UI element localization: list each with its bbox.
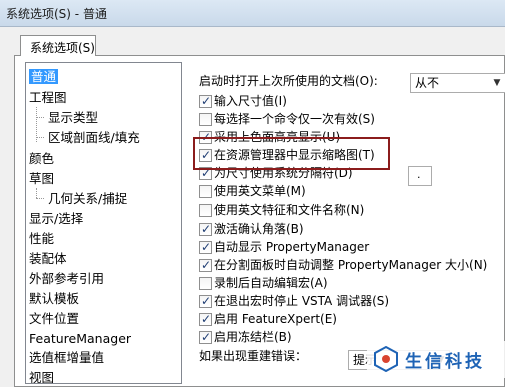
nav-item-spin-box-increments[interactable]: 选值框增量值 [29,348,104,367]
nav-item-general[interactable]: 普通 [29,67,59,86]
nav-item-drawings[interactable]: 工程图 [29,88,67,107]
checkbox[interactable] [199,277,212,290]
tree-connector [36,137,44,138]
watermark-text: 生信科技 [405,352,485,372]
tab-label: 系统选项(S) [30,41,95,55]
separator-input[interactable]: . [408,166,432,186]
rebuild-error-label: 如果出现重建错误： [199,349,308,363]
nav-item-sketch[interactable]: 草图 [29,169,54,188]
tree-connector [36,117,44,118]
checkbox[interactable]: ✓ [199,222,212,236]
startup-open-label: 启动时打开上次所使用的文档(O): [199,74,378,88]
nav-item-display-selection[interactable]: 显示/选择 [29,209,83,228]
checkbox[interactable]: ✓ [199,312,212,326]
checkmark-icon: ✓ [201,94,212,108]
checkmark-icon: ✓ [201,330,212,344]
checkbox[interactable]: ✓ [199,240,212,254]
logo-icon [374,346,398,372]
checkbox[interactable]: ✓ [199,330,212,344]
nav-item-display-type[interactable]: 显示类型 [48,108,98,127]
startup-open-dropdown[interactable]: 从不 ▼ [410,73,505,93]
checkbox[interactable] [199,204,212,217]
checkbox[interactable] [199,185,212,198]
tree-connector [36,188,37,198]
tab-system-options[interactable]: 系统选项(S) [20,35,96,56]
nav-item-performance[interactable]: 性能 [29,229,54,248]
highlight-box [193,137,390,170]
checkbox[interactable]: ✓ [199,258,212,272]
nav-item-external-references[interactable]: 外部参考引用 [29,269,104,288]
checkmark-icon: ✓ [201,240,212,254]
nav-item-view[interactable]: 视图 [29,368,54,383]
title-bar: 系统选项(S) - 普通 [0,0,505,27]
checkbox[interactable]: ✓ [199,294,212,308]
checkmark-icon: ✓ [201,258,212,272]
nav-item-default-templates[interactable]: 默认模板 [29,289,79,308]
window-title: 系统选项(S) - 普通 [6,7,107,21]
checkmark-icon: ✓ [201,294,212,308]
checkbox[interactable] [199,113,212,126]
nav-item-file-locations[interactable]: 文件位置 [29,309,79,328]
checkmark-icon: ✓ [201,312,212,326]
nav-item-area-hatch[interactable]: 区域剖面线/填充 [48,128,140,147]
tree-connector [36,198,44,199]
nav-item-assemblies[interactable]: 装配体 [29,249,67,268]
chevron-down-icon: ▼ [493,78,501,88]
nav-item-relations-snaps[interactable]: 几何关系/捕捉 [48,189,127,208]
checkbox[interactable]: ✓ [199,94,212,108]
nav-item-featuremanager[interactable]: FeatureManager [29,329,131,348]
category-tree[interactable]: 普通 工程图 显示类型 区域剖面线/填充 颜色 草图 几何关系/捕捉 显示/选择… [25,62,182,384]
nav-item-colors[interactable]: 颜色 [29,149,54,168]
watermark: 生信科技 [367,341,505,378]
checkmark-icon: ✓ [201,222,212,236]
